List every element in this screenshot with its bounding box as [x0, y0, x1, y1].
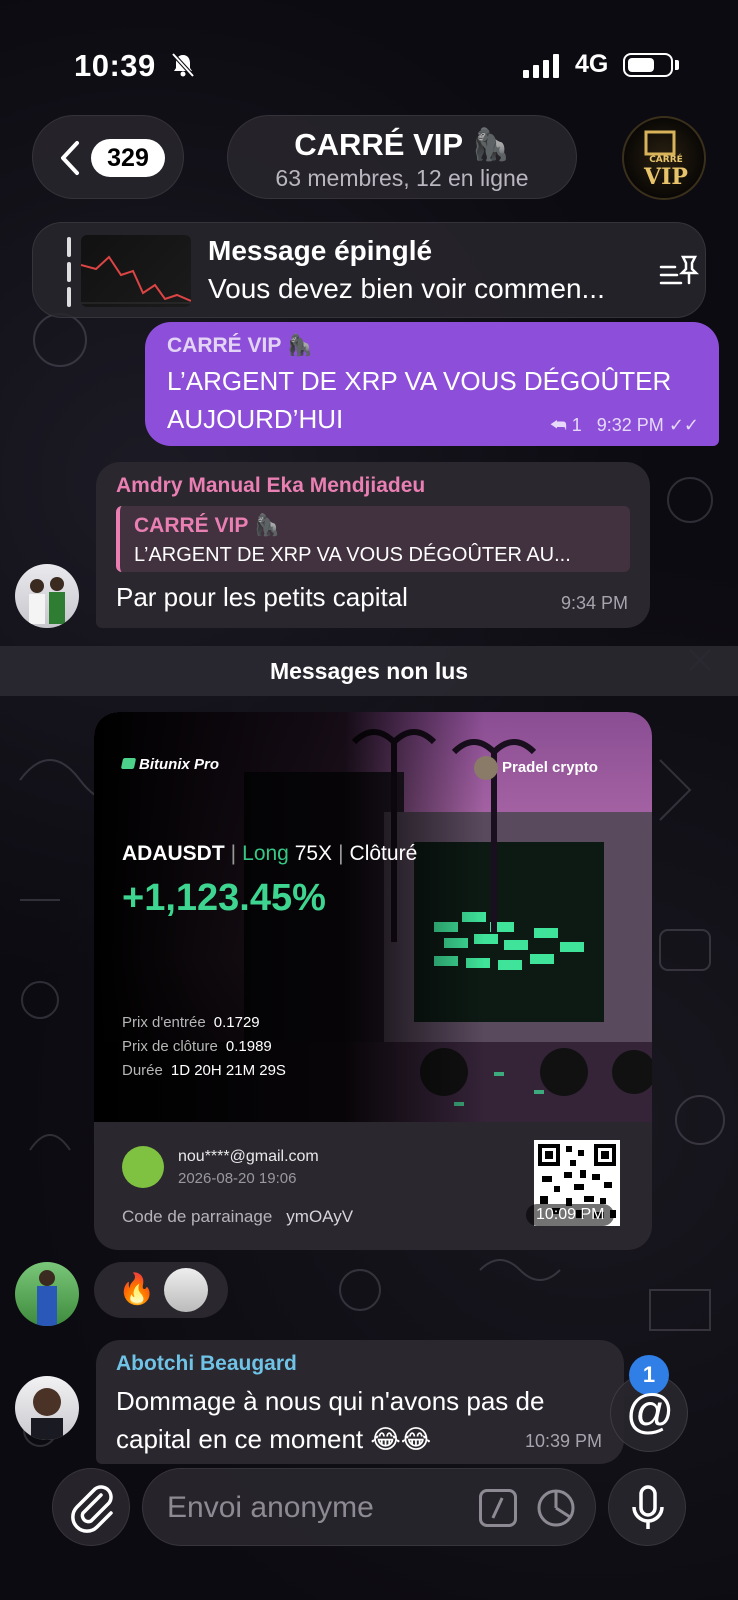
message-sender: Abotchi Beaugard — [116, 1352, 297, 1375]
message-text: Par pour les petits capital — [116, 582, 408, 612]
message-input-placeholder: Envoi anonyme — [167, 1491, 374, 1524]
trade-duration: Durée 1D 20H 21M 29S — [122, 1062, 286, 1079]
message-text: Dommage à nous qui n'avons pas de capita… — [116, 1386, 545, 1454]
close-price: Prix de clôture 0.1989 — [122, 1038, 272, 1055]
battery-icon — [623, 53, 673, 77]
account-email: nou****@gmail.com — [178, 1148, 319, 1165]
network-type: 4G — [575, 50, 609, 78]
battery-tip — [675, 60, 679, 70]
message-sender: Amdry Manual Eka Mendjiadeu — [116, 474, 426, 497]
gorilla-emoji-icon: 🦍 — [286, 334, 313, 357]
trade-card-image[interactable]: Bitunix Pro Pradel crypto ADAUSDT | Long 7… — [94, 712, 652, 1122]
trader-name: Pradel crypto — [474, 756, 598, 780]
message-time: 10:09 PM — [526, 1204, 615, 1226]
chat-title-pill[interactable]: CARRÉ VIP 🦍 63 membres, 12 en ligne — [227, 115, 577, 199]
broker-brand: Bitunix Pro — [120, 756, 219, 773]
message-bubble[interactable]: Abotchi Beaugard Dommage à nous qui n'av… — [96, 1340, 624, 1464]
unread-count-badge: 329 — [91, 139, 165, 177]
entry-price: Prix d'entrée 0.1729 — [122, 1014, 260, 1031]
chat-title: CARRÉ VIP 🦍 — [294, 127, 510, 162]
avatar[interactable] — [15, 564, 79, 628]
mention-button[interactable]: 1 @ — [610, 1355, 688, 1452]
double-check-icon: ✓✓ — [668, 415, 699, 435]
fire-reaction-icon: 🔥 — [118, 1273, 156, 1306]
bell-muted-icon — [170, 52, 196, 83]
carre-vip-logo: CARRÉ VIP — [643, 130, 688, 190]
pinned-thumbnail — [81, 235, 191, 307]
reaction-chip[interactable]: 🔥 — [94, 1262, 228, 1318]
trader-avatar — [474, 756, 498, 780]
avatar[interactable] — [15, 1262, 79, 1326]
pinned-preview: Vous devez bien voir commen... — [208, 273, 605, 304]
pinned-message-bar[interactable]: Message épinglé Vous devez bien voir com… — [32, 222, 706, 318]
svg-text:VIP: VIP — [643, 164, 688, 190]
pinned-indicator — [67, 237, 71, 307]
trade-date: 2026-08-20 19:06 — [178, 1170, 297, 1187]
chat-subtitle: 63 membres, 12 en ligne — [275, 165, 529, 191]
quote-text: L’ARGENT DE XRP VA VOUS DÉGOÛTER AU... — [134, 544, 571, 566]
paperclip-icon — [71, 1485, 113, 1533]
chevron-left-icon — [59, 140, 81, 181]
reply-count: 1 — [571, 415, 582, 435]
gorilla-emoji-icon: 🦍 — [471, 127, 510, 162]
referral-code: Code de parrainage ymOAyV — [122, 1207, 354, 1226]
quote-sender: CARRÉ VIP 🦍 — [134, 514, 280, 537]
trade-pair-line: ADAUSDT | Long 75X | Clôturé — [122, 842, 418, 865]
pinned-label: Message épinglé — [208, 235, 433, 266]
avatar[interactable] — [15, 1376, 79, 1440]
microphone-icon — [632, 1485, 664, 1529]
pnl-percentage: +1,123.45% — [122, 877, 326, 919]
reactor-avatar — [164, 1268, 208, 1312]
message-bubble[interactable]: Amdry Manual Eka Mendjiadeu CARRÉ VIP 🦍 … — [96, 462, 650, 628]
channel-avatar[interactable]: CARRÉ VIP — [622, 116, 706, 200]
account-avatar — [122, 1146, 164, 1188]
gorilla-emoji-icon: 🦍 — [253, 514, 280, 537]
pin-list-icon[interactable] — [657, 249, 701, 298]
message-input[interactable]: Envoi anonyme — [142, 1468, 596, 1546]
unread-messages-divider: Messages non lus — [0, 646, 738, 696]
trade-card-message[interactable]: Bitunix Pro Pradel crypto ADAUSDT | Long 7… — [94, 712, 652, 1250]
message-sender: CARRÉ VIP 🦍 — [167, 334, 313, 357]
channel-message-bubble[interactable]: CARRÉ VIP 🦍 L’ARGENT DE XRP VA VOUS DÉGO… — [145, 322, 719, 446]
bitunix-logo-icon — [120, 758, 137, 769]
microphone-button[interactable] — [608, 1468, 686, 1546]
status-time: 10:39 — [74, 48, 156, 83]
message-time: 10:39 PM — [524, 1431, 602, 1451]
bot-commands-icon[interactable] — [479, 1489, 517, 1527]
at-sign-icon: @ — [625, 1386, 675, 1439]
timer-icon[interactable] — [535, 1487, 577, 1534]
message-time: 9:32 PM — [596, 415, 664, 435]
status-bar: 10:39 4G — [0, 40, 738, 96]
message-meta: ⮪ 1 9:32 PM ✓✓ — [550, 415, 699, 436]
reply-arrow-icon: ⮪ — [549, 415, 567, 435]
signal-icon — [523, 54, 563, 83]
message-time: 9:34 PM — [560, 593, 628, 613]
reply-quote[interactable]: CARRÉ VIP 🦍 L’ARGENT DE XRP VA VOUS DÉGO… — [116, 506, 630, 572]
attach-button[interactable] — [52, 1468, 130, 1546]
back-button[interactable]: 329 — [32, 115, 184, 199]
